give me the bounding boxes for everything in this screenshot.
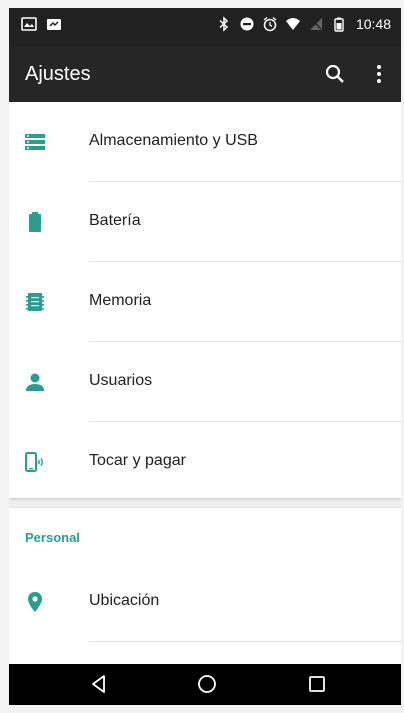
battery-icon [23,210,47,234]
settings-list: Almacenamiento y USB Batería Memoria Usu… [9,102,401,664]
page-title: Ajustes [25,63,91,85]
device-screen: 10:48 Ajustes Almacenamiento y USB Bater… [9,8,401,705]
nfc-icon [23,450,47,474]
settings-item-label: Ubicación [89,592,160,609]
storage-icon [23,130,47,154]
settings-item-memory[interactable]: Memoria [9,262,401,342]
settings-item-label: Batería [89,212,141,229]
alarm-icon [262,16,278,32]
status-time: 10:48 [355,16,391,32]
search-icon[interactable] [323,62,347,86]
status-system-icons: 10:48 [216,16,391,32]
more-vert-icon[interactable] [367,62,391,86]
settings-item-label: Almacenamiento y USB [89,132,258,149]
location-pin-icon [23,590,47,614]
recents-icon[interactable] [305,672,329,696]
memory-icon [23,290,47,314]
settings-item-label: Tocar y pagar [89,452,186,469]
settings-item-label: Usuarios [89,372,153,389]
no-signal-icon [308,16,324,32]
screen-frame: 10:48 Ajustes Almacenamiento y USB Bater… [0,0,404,713]
home-icon[interactable] [195,672,219,696]
settings-item-storage[interactable]: Almacenamiento y USB [9,102,401,182]
back-icon[interactable] [87,672,111,696]
section-header-personal: Personal [25,530,80,545]
status-bar: 10:48 [9,8,401,46]
status-notification-icons [21,16,62,32]
bluetooth-icon [216,16,232,32]
gallery-icon [21,16,37,32]
navigation-bar [9,664,401,705]
photo-icon [46,16,62,32]
battery-icon [331,16,347,32]
device-settings-card: Almacenamiento y USB Batería Memoria Usu… [9,102,401,498]
settings-item-location[interactable]: Ubicación [9,562,401,642]
settings-item-users[interactable]: Usuarios [9,342,401,422]
settings-item-label: Memoria [89,292,152,309]
settings-item-battery[interactable]: Batería [9,182,401,262]
divider [89,641,401,642]
do-not-disturb-icon [239,16,255,32]
person-icon [23,370,47,394]
app-toolbar: Ajustes [9,46,401,102]
personal-settings-card: Personal Ubicación [9,508,401,664]
wifi-icon [285,16,301,32]
settings-item-tap-and-pay[interactable]: Tocar y pagar [9,422,401,502]
